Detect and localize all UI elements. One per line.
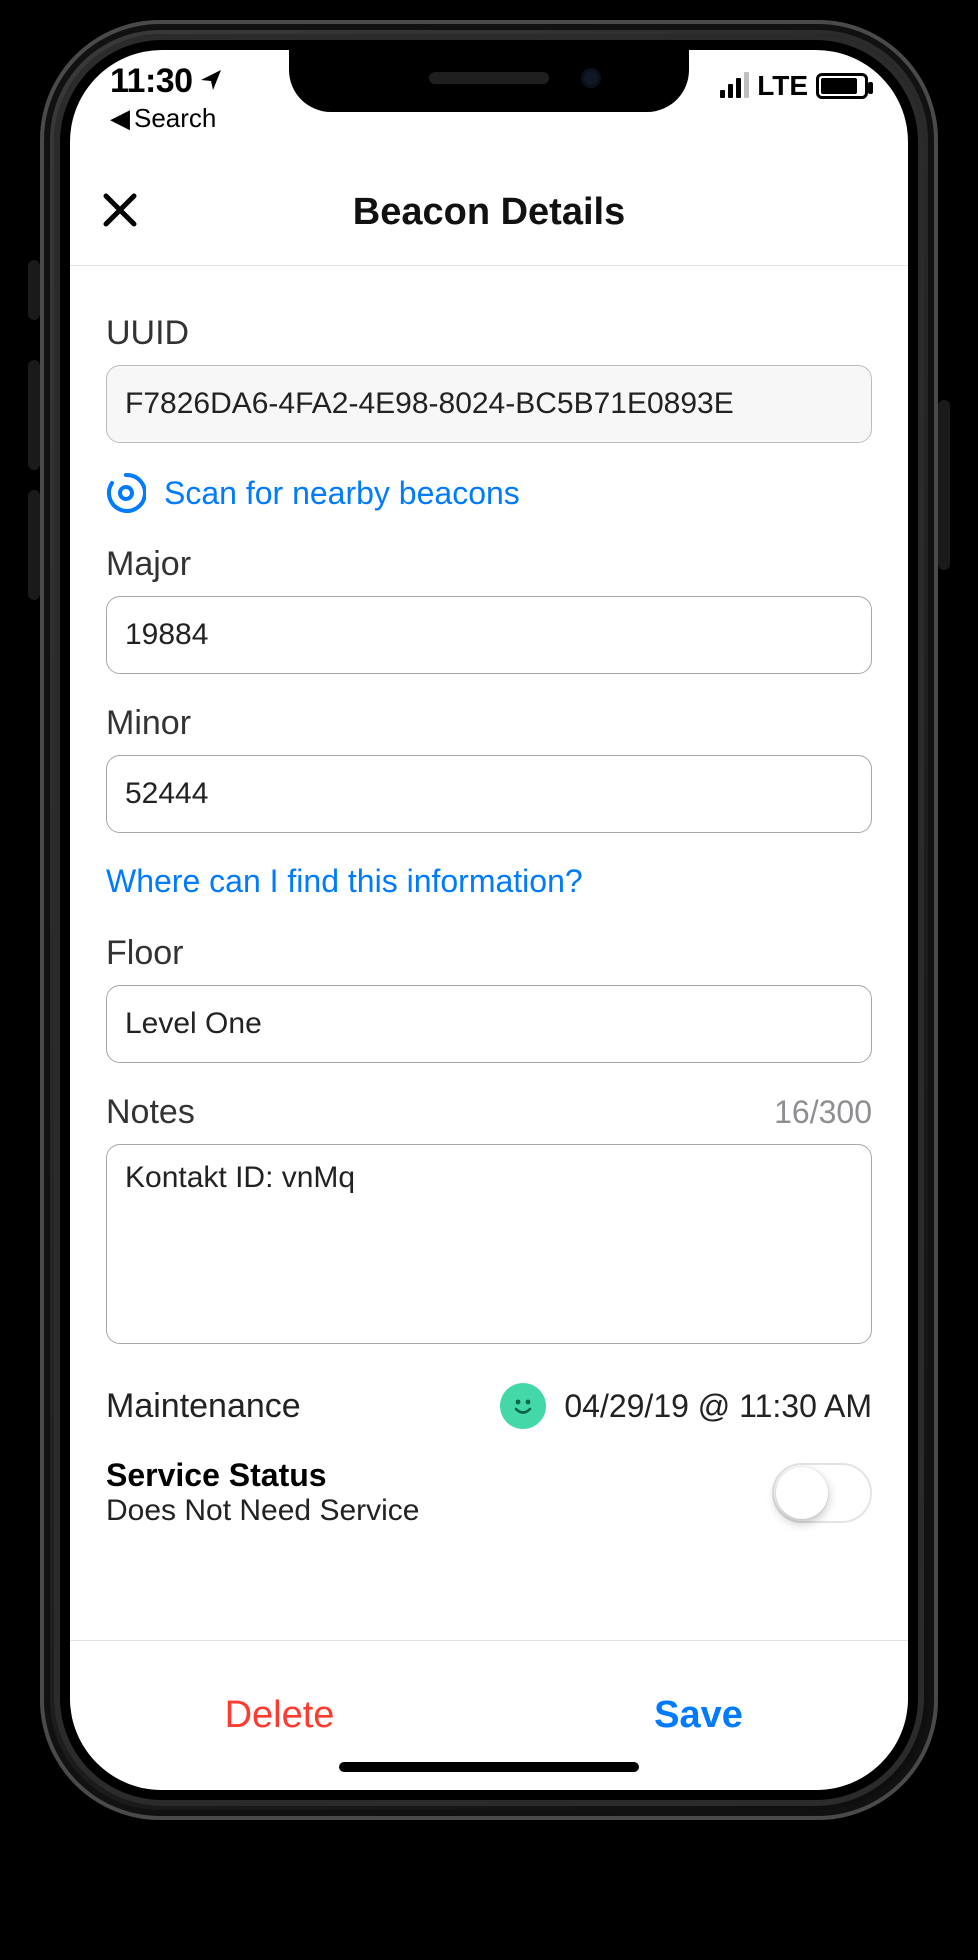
device-frame: 11:30 ◀ Search LTE [0, 0, 978, 1960]
service-status-toggle[interactable] [772, 1463, 872, 1523]
minor-group: Minor [106, 704, 872, 833]
major-label: Major [106, 545, 872, 584]
network-label: LTE [757, 70, 808, 102]
front-camera [581, 68, 601, 88]
notes-counter: 16/300 [774, 1094, 872, 1131]
minor-input[interactable] [106, 755, 872, 833]
side-button [938, 400, 950, 570]
scan-link-label: Scan for nearby beacons [164, 475, 520, 512]
find-info-label: Where can I find this information? [106, 863, 583, 899]
speaker-grille [429, 72, 549, 84]
breadcrumb-back[interactable]: ◀ Search [110, 103, 223, 134]
service-status-value: Does Not Need Service [106, 1494, 419, 1528]
location-arrow-icon [199, 62, 223, 101]
notch [289, 50, 689, 112]
page-title: Beacon Details [353, 191, 625, 234]
floor-group: Floor [106, 934, 872, 1063]
notes-label: Notes [106, 1093, 195, 1132]
navbar: Beacon Details [70, 160, 908, 266]
scan-beacons-link[interactable]: Scan for nearby beacons [106, 473, 872, 513]
back-label: Search [134, 103, 216, 134]
uuid-group: UUID [106, 314, 872, 443]
screen: 11:30 ◀ Search LTE [70, 50, 908, 1790]
back-caret-icon: ◀ [110, 103, 130, 134]
maintenance-row: Maintenance 04/29/19 @ 11:30 AM [106, 1383, 872, 1429]
form-content: UUID Scan for nearby beacons Major Minor [70, 266, 908, 1640]
radar-icon [106, 473, 146, 513]
find-info-link[interactable]: Where can I find this information? [106, 863, 872, 900]
notes-textarea[interactable] [106, 1144, 872, 1344]
cell-signal-icon [720, 74, 749, 98]
minor-label: Minor [106, 704, 872, 743]
major-input[interactable] [106, 596, 872, 674]
notes-group: Notes 16/300 [106, 1093, 872, 1349]
home-indicator[interactable] [339, 1762, 639, 1772]
close-icon [102, 189, 138, 237]
volume-up-button [28, 360, 40, 470]
uuid-label: UUID [106, 314, 872, 353]
maintenance-label: Maintenance [106, 1387, 301, 1426]
service-status-label: Service Status [106, 1457, 419, 1494]
service-status-row: Service Status Does Not Need Service [106, 1457, 872, 1528]
toggle-knob [776, 1467, 828, 1519]
battery-icon [816, 73, 868, 99]
close-button[interactable] [96, 189, 144, 237]
floor-label: Floor [106, 934, 872, 973]
major-group: Major [106, 545, 872, 674]
volume-down-button [28, 490, 40, 600]
smile-status-icon [500, 1383, 546, 1429]
mute-switch [28, 260, 40, 320]
floor-input[interactable] [106, 985, 872, 1063]
uuid-input[interactable] [106, 365, 872, 443]
status-time: 11:30 [110, 62, 193, 101]
maintenance-timestamp: 04/29/19 @ 11:30 AM [564, 1388, 872, 1425]
